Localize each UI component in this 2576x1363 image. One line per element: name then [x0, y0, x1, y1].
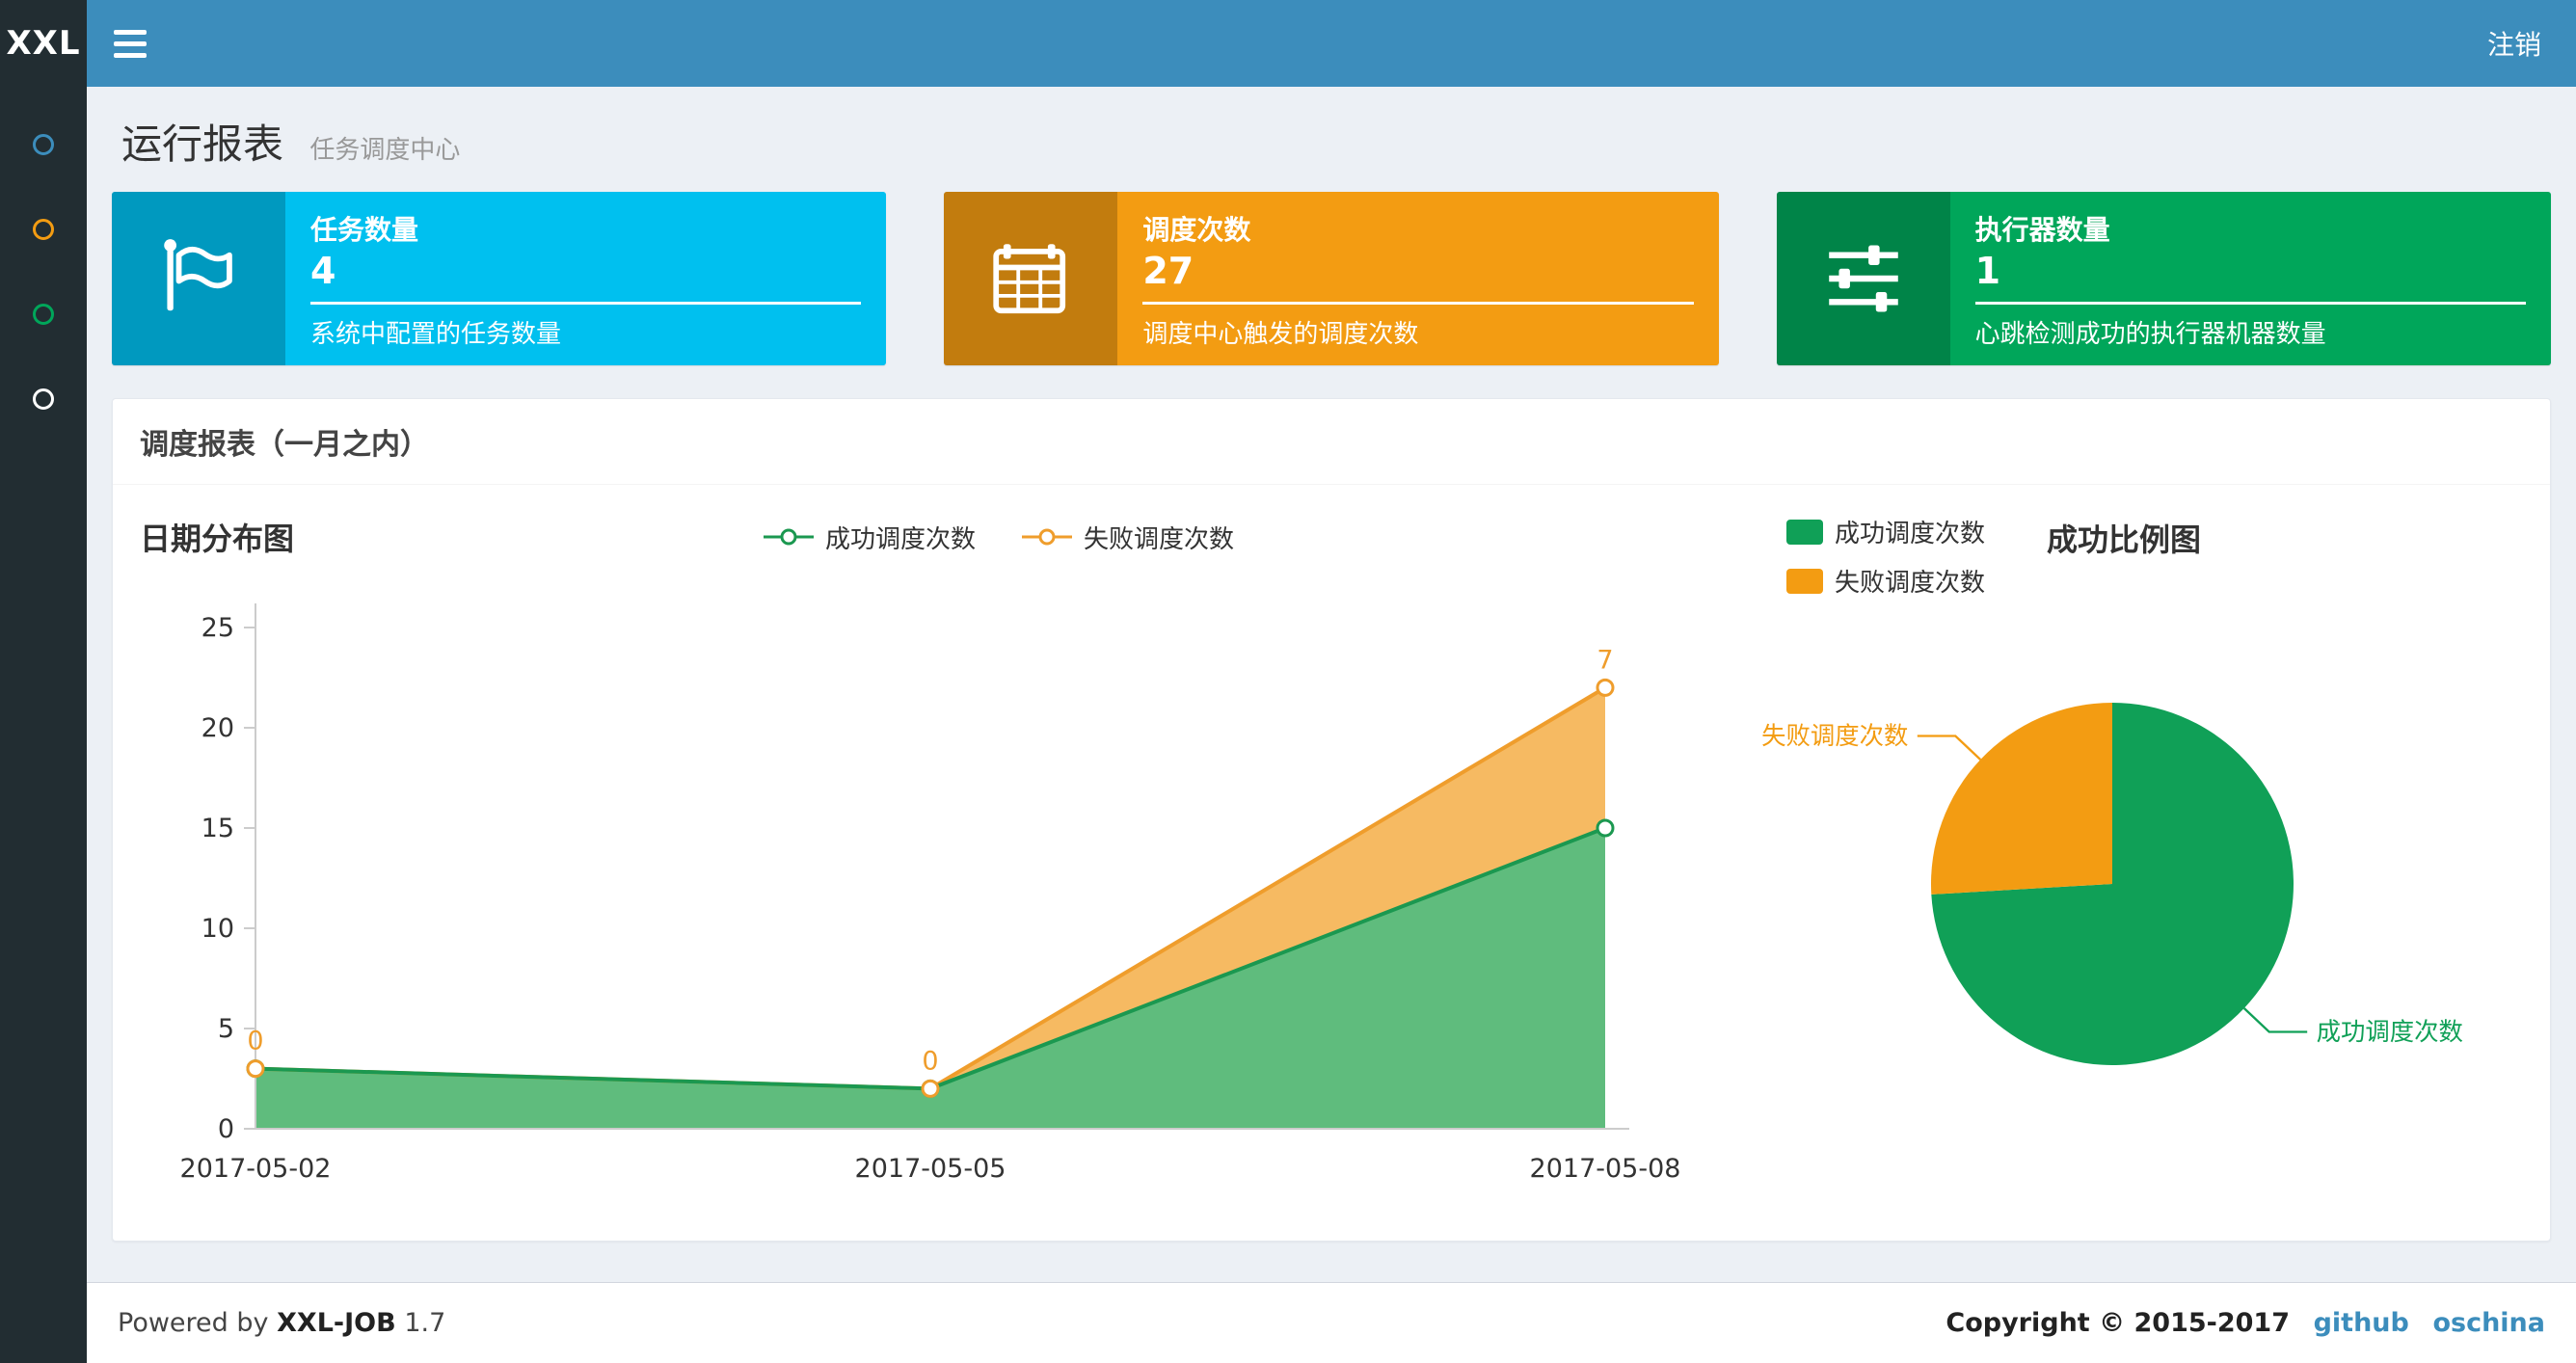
sidebar-menu-item[interactable] [0, 187, 87, 272]
brand-name: XXL-JOB [277, 1308, 396, 1338]
info-box-value: 27 [1142, 250, 1194, 292]
svg-text:2017-05-08: 2017-05-08 [1530, 1154, 1681, 1184]
calendar-icon [944, 192, 1118, 365]
info-box-value: 1 [1974, 250, 2001, 292]
sidebar-menu-item[interactable] [0, 102, 87, 187]
info-box-divider [1974, 302, 2526, 305]
oschina-link[interactable]: oschina [2432, 1308, 2545, 1338]
date-distribution-section: 日期分布图 成功调度次数 失败调度次数 0 5 10 15 20 25 2017… [140, 510, 1702, 1206]
legend-label: 失败调度次数 [1835, 569, 1986, 598]
legend-item-fail[interactable]: 失败调度次数 [1020, 520, 1234, 555]
main-area: 运行报表 任务调度中心 任务数量 4 系统中配置的任务数量 调度次数 27 调度… [0, 87, 2576, 1363]
content: 运行报表 任务调度中心 任务数量 4 系统中配置的任务数量 调度次数 27 调度… [87, 87, 2576, 1282]
info-box-job-count: 任务数量 4 系统中配置的任务数量 [112, 192, 887, 365]
report-panel: 调度报表（一月之内） 日期分布图 成功调度次数 失败调度次数 0 5 10 15… [112, 398, 2551, 1242]
success-ratio-pie-chart: 成功调度次数 失败调度次数 [1761, 703, 2463, 1065]
sliders-icon [1776, 192, 1950, 365]
success-ratio-section: 成功调度次数 失败调度次数 成功比例图 成功调度次数 失败调度次数 [1702, 510, 2523, 1206]
svg-text:7: 7 [1597, 645, 1613, 675]
panel-title: 调度报表（一月之内） [113, 399, 2550, 485]
info-box-description: 系统中配置的任务数量 [310, 320, 562, 349]
circle-outline-icon [33, 219, 54, 240]
info-box-row: 任务数量 4 系统中配置的任务数量 调度次数 27 调度中心触发的调度次数 执行… [112, 192, 2551, 365]
circle-outline-icon [33, 134, 54, 155]
line-marker-icon [1022, 528, 1072, 546]
pie-chart-title: 成功比例图 [2047, 521, 2202, 558]
page-title: 运行报表 [121, 120, 284, 168]
legend-label: 成功调度次数 [824, 524, 976, 554]
svg-text:20: 20 [201, 713, 234, 743]
line-marker-icon [763, 528, 814, 546]
svg-text:0: 0 [218, 1114, 234, 1144]
sidebar-menu-item[interactable] [0, 272, 87, 357]
powered-by: Powered by XXL-JOB 1.7 [118, 1308, 446, 1338]
legend-swatch-icon [1786, 568, 1823, 594]
legend-label: 失败调度次数 [1084, 524, 1235, 554]
top-navbar: XXL 注销 [0, 0, 2576, 87]
navbar-spacer [174, 0, 2453, 87]
legend-item-success[interactable]: 成功调度次数 [762, 520, 976, 555]
date-distribution-area-chart: 05101520252017-05-02 2017-05-05 2017-05-08… [180, 603, 1681, 1184]
circle-outline-icon [33, 388, 54, 410]
legend-item-success[interactable]: 成功调度次数 [1786, 514, 1985, 549]
legend-label: 成功调度次数 [1835, 520, 1986, 548]
svg-text:15: 15 [201, 814, 234, 843]
app-logo[interactable]: XXL [0, 0, 87, 87]
info-box-description: 调度中心触发的调度次数 [1142, 320, 1419, 349]
logout-link[interactable]: 注销 [2453, 0, 2576, 87]
copyright: Copyright © 2015-2017 github oschina [1945, 1308, 2545, 1338]
sidebar-menu-item[interactable] [0, 357, 87, 441]
line-chart-title: 日期分布图 [140, 521, 295, 557]
info-box-divider [1142, 302, 1694, 305]
svg-text:0: 0 [247, 1027, 263, 1056]
svg-text:成功调度次数: 成功调度次数 [2317, 1017, 2463, 1046]
page-footer: Powered by XXL-JOB 1.7 Copyright © 2015-… [87, 1282, 2576, 1363]
sidebar-toggle-button[interactable] [87, 0, 174, 87]
legend-item-fail[interactable]: 失败调度次数 [1786, 563, 1985, 599]
line-chart-legend: 成功调度次数 失败调度次数 [294, 520, 1702, 555]
info-box-value: 4 [310, 250, 336, 292]
version: 1.7 [404, 1308, 446, 1338]
svg-text:0: 0 [922, 1046, 938, 1076]
info-box-title: 调度次数 [1142, 214, 1251, 246]
info-box-description: 心跳检测成功的执行器机器数量 [1974, 320, 2326, 349]
svg-text:25: 25 [201, 613, 234, 643]
navbar: 注销 [87, 0, 2576, 87]
svg-text:失败调度次数: 失败调度次数 [1761, 721, 1908, 750]
info-box-divider [310, 302, 862, 305]
github-link[interactable]: github [2314, 1308, 2409, 1338]
info-box-executor-count: 执行器数量 1 心跳检测成功的执行器机器数量 [1776, 192, 2551, 365]
flag-icon [112, 192, 285, 365]
hamburger-icon [114, 29, 147, 35]
page-subtitle: 任务调度中心 [309, 136, 461, 165]
legend-swatch-icon [1786, 519, 1823, 545]
svg-text:2017-05-02: 2017-05-02 [180, 1154, 332, 1184]
info-box-trigger-count: 调度次数 27 调度中心触发的调度次数 [944, 192, 1719, 365]
svg-text:5: 5 [218, 1014, 234, 1044]
svg-text:2017-05-05: 2017-05-05 [855, 1154, 1006, 1184]
circle-outline-icon [33, 304, 54, 325]
pie-chart-legend: 成功调度次数 失败调度次数 [1786, 514, 1985, 599]
svg-text:10: 10 [201, 914, 234, 944]
page-header: 运行报表 任务调度中心 [112, 87, 2551, 192]
info-box-title: 执行器数量 [1974, 214, 2110, 246]
sidebar [0, 87, 87, 1363]
content-column: 运行报表 任务调度中心 任务数量 4 系统中配置的任务数量 调度次数 27 调度… [87, 87, 2576, 1363]
info-box-title: 任务数量 [310, 214, 419, 246]
xxl-job-dashboard: XXL 注销 运行报表 任务调度中心 任务数量 4 系统中配置的任务数量 调度次… [0, 0, 2576, 1363]
panel-body: 日期分布图 成功调度次数 失败调度次数 0 5 10 15 20 25 2017… [113, 485, 2550, 1241]
